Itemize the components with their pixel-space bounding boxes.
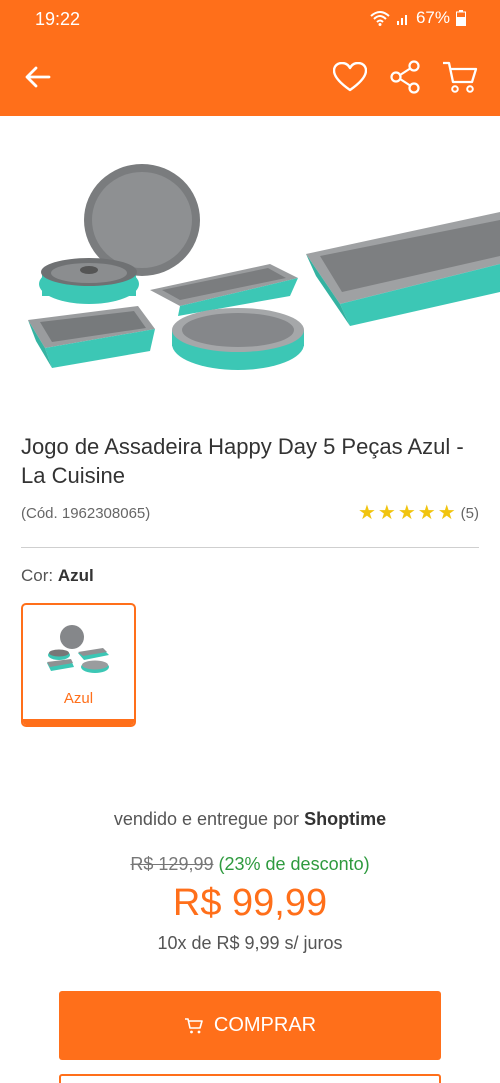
old-price: R$ 129,99 <box>130 854 214 874</box>
star-icon: ★ <box>377 502 396 524</box>
swatch-thumbnail <box>47 625 109 673</box>
product-rating[interactable]: ★ ★ ★ ★ ★ (5) <box>358 503 479 523</box>
wifi-icon <box>370 11 390 26</box>
discount-badge: (23% de desconto) <box>218 854 370 874</box>
favorite-button[interactable] <box>330 57 370 97</box>
app-bar <box>0 38 500 116</box>
price-comparison: R$ 129,99 (23% de desconto) <box>0 854 500 875</box>
star-icon: ★ <box>437 502 456 524</box>
cart-button[interactable] <box>440 57 480 97</box>
product-code: (Cód. 1962308065) <box>21 505 151 522</box>
secondary-action-button[interactable] <box>59 1074 441 1083</box>
share-button[interactable] <box>385 57 425 97</box>
selected-indicator <box>23 719 134 725</box>
product-image-gallery[interactable] <box>0 116 500 406</box>
color-option-label: Azul <box>63 690 94 707</box>
share-icon <box>390 60 420 94</box>
color-option-azul[interactable]: Azul <box>21 603 136 727</box>
arrow-left-icon <box>25 66 51 88</box>
cart-icon <box>184 1017 203 1033</box>
installments-info: 10x de R$ 9,99 s/ juros <box>157 933 343 953</box>
heart-icon <box>333 62 367 92</box>
seller-name[interactable]: Shoptime <box>304 809 386 829</box>
color-label: Cor: <box>21 566 54 585</box>
back-button[interactable] <box>18 57 58 97</box>
battery-icon <box>456 10 466 26</box>
status-time: 19:22 <box>35 9 81 29</box>
star-icon: ★ <box>417 502 436 524</box>
status-indicators: 67% <box>370 8 466 28</box>
seller-prefix: vendido e entregue por <box>113 809 300 829</box>
current-price: R$ 99,99 <box>172 882 328 924</box>
seller-info: vendido e entregue por Shoptime <box>0 809 500 830</box>
cart-icon <box>443 61 478 93</box>
color-selector-label: Cor: Azul <box>21 566 94 586</box>
star-icon: ★ <box>357 502 376 524</box>
signal-icon <box>396 15 407 25</box>
status-bar: 19:22 67% <box>0 0 500 38</box>
star-icon: ★ <box>397 502 416 524</box>
divider <box>21 547 479 548</box>
rating-count: (5) <box>460 504 479 522</box>
buy-button[interactable]: COMPRAR <box>59 991 441 1060</box>
selected-color: Azul <box>57 566 94 585</box>
battery-level: 67% <box>415 8 450 27</box>
product-title: Jogo de Assadeira Happy Day 5 Peças Azul… <box>21 434 464 488</box>
buy-button-label: COMPRAR <box>213 1014 317 1036</box>
product-image <box>28 164 500 370</box>
